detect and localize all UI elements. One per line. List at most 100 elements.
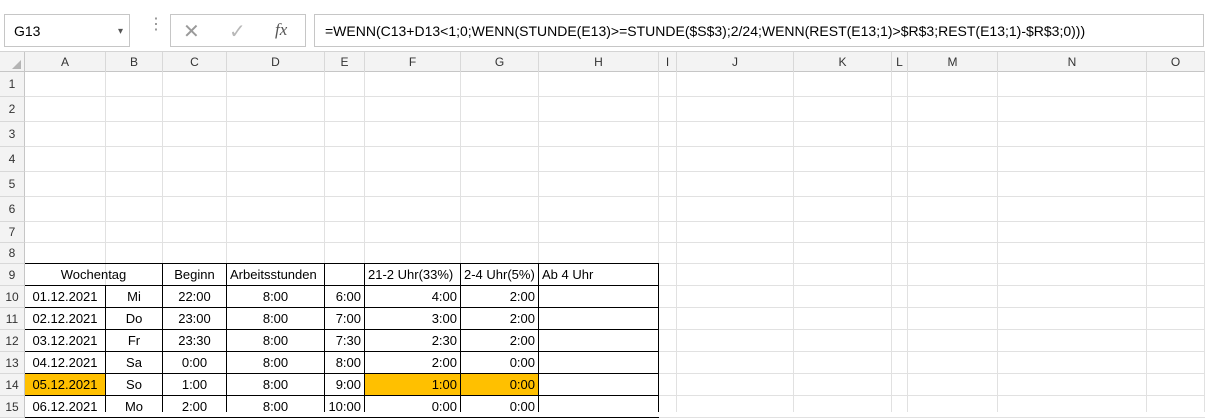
- early-hours-cell[interactable]: 2:00: [461, 286, 538, 307]
- early-hours-cell[interactable]: 0:00: [461, 374, 538, 395]
- formula-input[interactable]: =WENN(C13+D13<1;0;WENN(STUNDE(E13)>=STUN…: [314, 14, 1204, 47]
- date-cell[interactable]: 06.12.2021: [25, 396, 105, 417]
- header-21-2-uhr[interactable]: 21-2 Uhr(33%): [365, 264, 460, 285]
- day-cell[interactable]: Mi: [106, 286, 162, 307]
- early-hours-cell[interactable]: 0:00: [461, 352, 538, 373]
- column-header-g[interactable]: G: [461, 52, 539, 72]
- end-time-cell[interactable]: 9:00: [325, 374, 364, 395]
- column-header-i[interactable]: I: [659, 52, 677, 72]
- early-hours-cell[interactable]: 2:00: [461, 330, 538, 351]
- arbeitsstunden-cell[interactable]: 8:00: [227, 374, 324, 395]
- header-wochentag[interactable]: Wochentag: [25, 264, 162, 285]
- end-time-cell[interactable]: 10:00: [325, 396, 364, 417]
- table-border: [25, 307, 659, 308]
- row-header-6[interactable]: 6: [0, 197, 25, 222]
- arbeitsstunden-cell[interactable]: 8:00: [227, 308, 324, 329]
- enter-icon[interactable]: ✓: [229, 19, 246, 44]
- column-header-c[interactable]: C: [163, 52, 227, 72]
- table-border: [162, 263, 163, 412]
- row-header-11[interactable]: 11: [0, 308, 25, 330]
- beginn-cell[interactable]: 23:00: [163, 308, 226, 329]
- row-header-14[interactable]: 14: [0, 374, 25, 396]
- gridline: [25, 196, 1205, 197]
- column-header-f[interactable]: F: [365, 52, 461, 72]
- gridline: [25, 242, 1205, 243]
- date-cell[interactable]: 02.12.2021: [25, 308, 105, 329]
- day-cell[interactable]: Sa: [106, 352, 162, 373]
- column-header-k[interactable]: K: [794, 52, 892, 72]
- night-hours-cell[interactable]: 2:30: [365, 330, 460, 351]
- header-arbeitsstunden[interactable]: Arbeitsstunden: [227, 264, 324, 285]
- table-border: [25, 263, 659, 264]
- row-header-13[interactable]: 13: [0, 352, 25, 374]
- day-cell[interactable]: So: [106, 374, 162, 395]
- beginn-cell[interactable]: 2:00: [163, 396, 226, 417]
- row-header-2[interactable]: 2: [0, 97, 25, 122]
- day-cell[interactable]: Do: [106, 308, 162, 329]
- ab-4-uhr-cell[interactable]: [539, 352, 658, 373]
- early-hours-cell[interactable]: 2:00: [461, 308, 538, 329]
- header-ab-4-uhr[interactable]: Ab 4 Uhr: [539, 264, 658, 285]
- column-header-m[interactable]: M: [908, 52, 998, 72]
- row-header-5[interactable]: 5: [0, 172, 25, 197]
- column-header-l[interactable]: L: [892, 52, 908, 72]
- chevron-down-icon[interactable]: ▾: [118, 26, 123, 37]
- header-e[interactable]: [325, 264, 364, 285]
- header-beginn[interactable]: Beginn: [163, 264, 226, 285]
- day-cell[interactable]: Fr: [106, 330, 162, 351]
- more-options-icon[interactable]: ⋮: [148, 14, 164, 34]
- ab-4-uhr-cell[interactable]: [539, 308, 658, 329]
- column-header-j[interactable]: J: [677, 52, 794, 72]
- date-cell[interactable]: 04.12.2021: [25, 352, 105, 373]
- early-hours-cell[interactable]: 0:00: [461, 396, 538, 417]
- night-hours-cell[interactable]: 1:00: [365, 374, 460, 395]
- ab-4-uhr-cell[interactable]: [539, 286, 658, 307]
- arbeitsstunden-cell[interactable]: 8:00: [227, 286, 324, 307]
- row-header-8[interactable]: 8: [0, 243, 25, 264]
- column-header-a[interactable]: A: [25, 52, 106, 72]
- arbeitsstunden-cell[interactable]: 8:00: [227, 396, 324, 417]
- ab-4-uhr-cell[interactable]: [539, 396, 658, 417]
- name-box[interactable]: G13 ▾: [4, 14, 130, 47]
- beginn-cell[interactable]: 1:00: [163, 374, 226, 395]
- table-border: [324, 263, 325, 412]
- beginn-cell[interactable]: 22:00: [163, 286, 226, 307]
- insert-function-icon[interactable]: fx: [275, 20, 287, 40]
- beginn-cell[interactable]: 23:30: [163, 330, 226, 351]
- row-header-10[interactable]: 10: [0, 286, 25, 308]
- ab-4-uhr-cell[interactable]: [539, 374, 658, 395]
- date-cell[interactable]: 03.12.2021: [25, 330, 105, 351]
- night-hours-cell[interactable]: 3:00: [365, 308, 460, 329]
- row-header-3[interactable]: 3: [0, 122, 25, 147]
- column-header-e[interactable]: E: [325, 52, 365, 72]
- arbeitsstunden-cell[interactable]: 8:00: [227, 352, 324, 373]
- row-header-1[interactable]: 1: [0, 72, 25, 97]
- column-header-n[interactable]: N: [998, 52, 1147, 72]
- day-cell[interactable]: Mo: [106, 396, 162, 417]
- end-time-cell[interactable]: 8:00: [325, 352, 364, 373]
- date-cell[interactable]: 01.12.2021: [25, 286, 105, 307]
- row-header-15[interactable]: 15: [0, 396, 25, 418]
- row-header-12[interactable]: 12: [0, 330, 25, 352]
- column-header-o[interactable]: O: [1147, 52, 1205, 72]
- night-hours-cell[interactable]: 0:00: [365, 396, 460, 417]
- cancel-icon[interactable]: ✕: [183, 19, 200, 44]
- end-time-cell[interactable]: 7:30: [325, 330, 364, 351]
- column-header-d[interactable]: D: [227, 52, 325, 72]
- date-cell[interactable]: 05.12.2021: [25, 374, 105, 395]
- column-header-b[interactable]: B: [106, 52, 163, 72]
- night-hours-cell[interactable]: 4:00: [365, 286, 460, 307]
- arbeitsstunden-cell[interactable]: 8:00: [227, 330, 324, 351]
- row-header-9[interactable]: 9: [0, 264, 25, 286]
- header-2-4-uhr[interactable]: 2-4 Uhr(5%): [461, 264, 538, 285]
- row-header-4[interactable]: 4: [0, 147, 25, 172]
- ab-4-uhr-cell[interactable]: [539, 330, 658, 351]
- night-hours-cell[interactable]: 2:00: [365, 352, 460, 373]
- table-border: [460, 263, 461, 412]
- beginn-cell[interactable]: 0:00: [163, 352, 226, 373]
- end-time-cell[interactable]: 7:00: [325, 308, 364, 329]
- end-time-cell[interactable]: 6:00: [325, 286, 364, 307]
- select-all-button[interactable]: [0, 52, 25, 72]
- column-header-h[interactable]: H: [539, 52, 659, 72]
- row-header-7[interactable]: 7: [0, 222, 25, 243]
